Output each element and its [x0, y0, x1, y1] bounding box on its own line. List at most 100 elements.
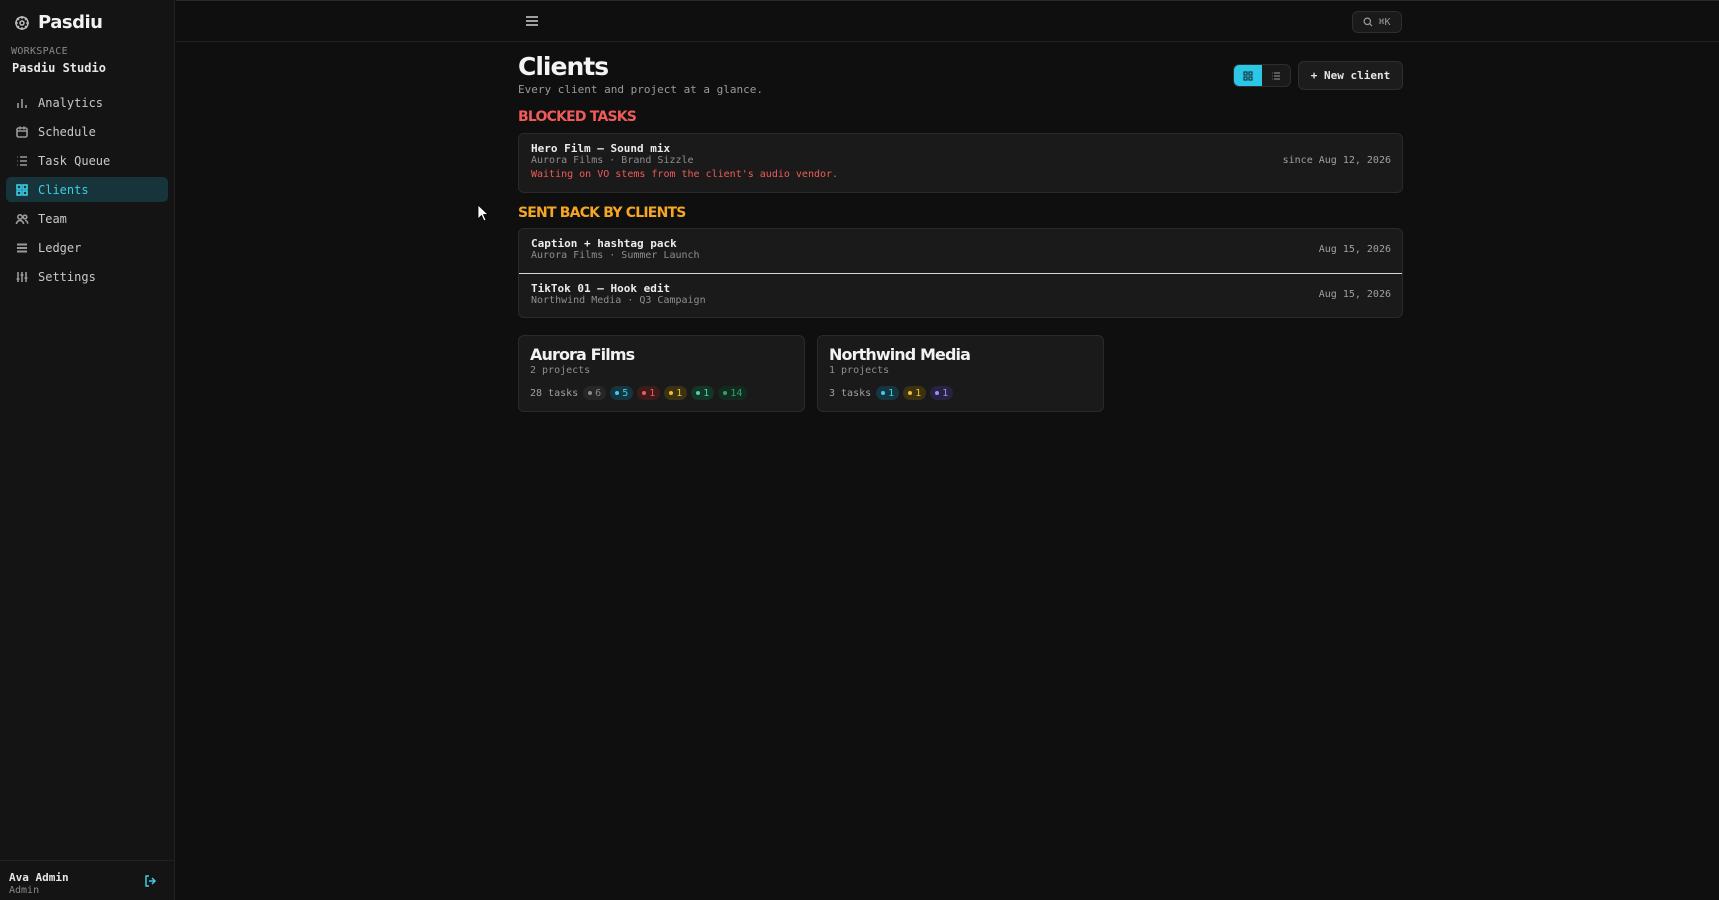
client-project-count: 1 projects: [829, 365, 890, 376]
view-toggle: [1233, 64, 1291, 87]
sidebar-item-task-queue[interactable]: Task Queue: [6, 148, 168, 173]
table-row[interactable]: TikTok 01 — Hook edit Northwind Media · …: [519, 274, 1402, 318]
user-role: Admin: [9, 885, 40, 896]
sidebar-nav: Analytics Schedule Task Queue Clients Te…: [6, 90, 168, 293]
status-dot-icon: [696, 391, 701, 395]
sidebar-item-label: Ledger: [38, 240, 82, 255]
page-title: Clients: [518, 52, 609, 81]
workspace-name[interactable]: Pasdiu Studio: [12, 61, 106, 75]
status-dot-icon: [588, 391, 593, 395]
menu-icon[interactable]: [524, 14, 540, 28]
pill-count: 1: [942, 387, 949, 399]
sidebar-item-label: Task Queue: [38, 153, 111, 168]
workspace-label: WORKSPACE: [11, 46, 68, 57]
status-pill: 14: [718, 386, 748, 400]
users-icon: [15, 213, 29, 224]
blocked-task-row[interactable]: Hero Film — Sound mix Aurora Films · Bra…: [518, 133, 1403, 193]
client-name: Aurora Films: [530, 345, 635, 364]
status-pill: 1: [637, 386, 661, 400]
table-row[interactable]: Caption + hashtag pack Aurora Films · Su…: [519, 229, 1402, 273]
pill-count: 6: [595, 387, 602, 399]
app-root: Pasdiu WORKSPACE Pasdiu Studio Analytics…: [0, 0, 1719, 900]
task-meta: Aurora Films · Summer Launch: [531, 250, 700, 261]
pill-count: 1: [649, 387, 656, 399]
list-icon: [1272, 71, 1280, 80]
pill-count: 5: [622, 387, 629, 399]
sidebar-item-schedule[interactable]: Schedule: [6, 119, 168, 144]
sidebar-item-label: Analytics: [38, 95, 104, 110]
bar-chart-icon: [17, 98, 27, 108]
user-panel: Ava Admin Admin: [0, 860, 175, 900]
task-meta: Northwind Media · Q3 Campaign: [531, 295, 706, 306]
pill-count: 1: [676, 387, 683, 399]
status-pill: 1: [664, 386, 688, 400]
list-view-button[interactable]: [1262, 65, 1290, 86]
brand-name: Pasdiu: [38, 12, 103, 33]
grid-icon: [16, 183, 28, 196]
task-date: Aug 15, 2026: [1318, 289, 1391, 300]
status-dot-icon: [908, 391, 913, 395]
page-subtitle: Every client and project at a glance.: [518, 83, 764, 96]
list-icon: [17, 155, 27, 166]
task-title: Caption + hashtag pack: [531, 237, 677, 250]
sidebar-item-ledger[interactable]: Ledger: [6, 235, 168, 260]
status-pill: 5: [610, 386, 634, 400]
sidebar-item-clients[interactable]: Clients: [6, 177, 168, 202]
task-count: 28 tasks: [530, 387, 579, 399]
task-date: since Aug 12, 2026: [1282, 155, 1391, 166]
sidebar-item-label: Settings: [38, 269, 96, 284]
grid-icon: [1243, 70, 1253, 81]
status-pill: 1: [691, 386, 715, 400]
sidebar-item-label: Clients: [38, 182, 89, 197]
client-project-count: 2 projects: [530, 365, 591, 376]
status-dot-icon: [615, 391, 620, 395]
task-title: Hero Film — Sound mix: [531, 142, 671, 155]
sidebar: Pasdiu WORKSPACE Pasdiu Studio Analytics…: [0, 0, 175, 900]
status-dot-icon: [935, 391, 940, 395]
status-dot-icon: [642, 391, 647, 395]
logo-icon: [15, 15, 29, 30]
search-icon: [1363, 17, 1373, 27]
search-shortcut: ⌘K: [1378, 16, 1391, 28]
sidebar-item-label: Schedule: [38, 124, 96, 139]
task-date: Aug 15, 2026: [1318, 244, 1391, 255]
task-count: 3 tasks: [829, 387, 872, 399]
pill-count: 1: [703, 387, 710, 399]
pill-count: 14: [730, 387, 743, 399]
client-card-northwind-media[interactable]: Northwind Media 1 projects 3 tasks 1 1 1: [817, 335, 1104, 412]
sidebar-item-team[interactable]: Team: [6, 206, 168, 231]
sliders-icon: [16, 271, 28, 282]
calendar-icon: [16, 126, 28, 138]
status-pill: 1: [876, 386, 900, 400]
brand[interactable]: Pasdiu: [14, 12, 103, 33]
client-card-aurora-films[interactable]: Aurora Films 2 projects 28 tasks 6 5 1 1 1 14: [518, 335, 805, 412]
logout-icon[interactable]: [143, 873, 159, 889]
sent-back-heading: SENT BACK BY CLIENTS: [518, 205, 686, 221]
pill-count: 1: [915, 387, 922, 399]
status-pills: 1 1 1: [876, 386, 954, 400]
client-task-summary: 28 tasks 6 5 1 1 1 14: [530, 386, 748, 400]
mouse-cursor-icon: [477, 204, 489, 222]
task-title: TikTok 01 — Hook edit: [531, 282, 671, 295]
pill-count: 1: [888, 387, 895, 399]
blocked-tasks-heading: BLOCKED TASKS: [518, 109, 637, 125]
search-button[interactable]: ⌘K: [1352, 11, 1402, 33]
sent-back-list: Caption + hashtag pack Aurora Films · Su…: [518, 228, 1403, 318]
client-task-summary: 3 tasks 1 1 1: [829, 386, 954, 400]
status-dot-icon: [669, 391, 674, 395]
ledger-icon: [17, 243, 27, 252]
status-dot-icon: [881, 391, 886, 395]
blocked-note: Waiting on VO stems from the client's au…: [531, 169, 839, 180]
sidebar-item-analytics[interactable]: Analytics: [6, 90, 168, 115]
status-dot-icon: [723, 391, 728, 395]
status-pill: 1: [903, 386, 927, 400]
client-name: Northwind Media: [829, 345, 971, 364]
status-pill: 1: [930, 386, 954, 400]
status-pill: 6: [583, 386, 607, 400]
new-client-button[interactable]: + New client: [1298, 61, 1403, 90]
grid-view-button[interactable]: [1234, 65, 1262, 86]
top-bar: ⌘K: [176, 0, 1719, 42]
task-meta: Aurora Films · Brand Sizzle: [531, 155, 694, 166]
sidebar-item-label: Team: [38, 211, 67, 226]
sidebar-item-settings[interactable]: Settings: [6, 264, 168, 289]
